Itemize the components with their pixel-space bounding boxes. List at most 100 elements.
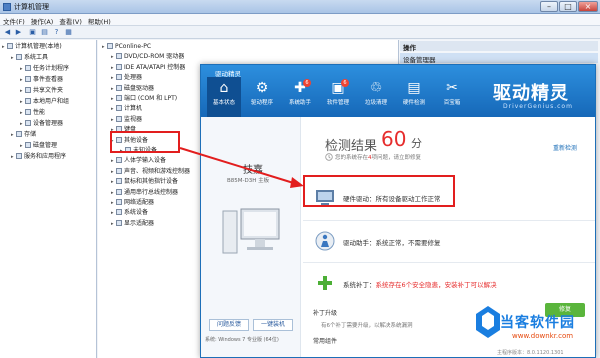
nav-icon: ⚙ [255,80,269,96]
device-item[interactable]: ▸ 显示适配器 [111,219,154,228]
tree-item-label: 人体学输入设备 [124,157,167,165]
board-model: B85M-D3H 主板 [227,178,270,184]
menu-file[interactable]: 文件(F) [0,14,28,26]
device-item[interactable]: ▸ 网络适配器 [111,199,154,207]
install-button[interactable]: 一键装机 [253,319,293,331]
nav-icon: ⌂ [219,80,229,96]
score-unit: 分 [411,137,422,150]
nav-label: 软件管理 [326,100,349,106]
device-item[interactable]: ▸ 计算机 [111,105,142,113]
back-icon[interactable]: ◀ [3,28,12,37]
device-icon [7,43,13,49]
tree-item[interactable]: ▸ 性能 [20,109,45,117]
device-item[interactable]: ▸ 通用串行总线控制器 [111,188,178,197]
tree-item-label: 设备管理器 [33,120,64,127]
device-item[interactable]: ▸ 处理器 [111,74,142,82]
computer-management-icon [3,3,11,11]
maximize-button[interactable]: □ [559,1,577,12]
nav-label: 基本状态 [212,100,235,106]
close-button[interactable]: × [578,1,598,12]
device-icon [116,63,122,70]
device-icon [116,115,122,122]
row-patch-label: 系统补丁： [343,281,376,289]
nav-label: 驱动程序 [250,100,273,106]
device-item[interactable]: ▸ 端口 (COM 和 LPT) [111,95,177,103]
tree-item[interactable]: ▸ 系统工具 [11,54,48,62]
nav-label: 垃圾清理 [364,100,387,106]
device-item[interactable]: ▸ 系统设备 [111,209,148,217]
tree-item[interactable]: ▸ 设备管理器 [20,120,63,128]
help-icon[interactable]: ? [52,28,61,37]
watermark-title: 当客软件园 [500,315,575,331]
properties-icon[interactable]: ▤ [40,28,49,37]
row-patch-warning: 系统存在6个安全隐患，安装补丁可以解决 [375,281,497,289]
recheck-link[interactable]: 重新检测 [553,143,577,152]
menu-action[interactable]: 操作(A) [28,14,57,26]
row-patch-text: 系统补丁：系统存在6个安全隐患，安装补丁可以解决 [343,279,497,289]
brand-logo: 驱动精灵 [493,83,569,104]
clock-icon [325,153,333,161]
device-item[interactable]: ▸ 监视器 [111,115,142,124]
watermark-logo [476,306,500,338]
brand-url: DriverGenius.com [503,103,573,110]
tree-item[interactable]: ▸ 服务和应用程序 [11,153,66,161]
tree-item-label: 服务和应用程序 [24,153,67,160]
tree-item-label: 磁盘管理 [33,142,58,149]
tree-item-label: 本地用户和组 [33,98,70,105]
nav-1-button[interactable]: ⚙ 驱动程序 [245,77,279,117]
nav-3-button[interactable]: ▣ 软件管理 6 [321,77,355,117]
row-driver-assistant: 驱动助手：系统正常，不需要修复 [303,221,595,263]
menu-view[interactable]: 查看(V) [56,14,85,26]
forward-icon[interactable]: ▶ [14,28,23,37]
toolbar: ◀ ▶ ▣ ▤ ? ▦ [0,26,600,39]
console-icon[interactable]: ▦ [64,28,73,37]
tree-item-label: 计算机管理(本地) [15,43,62,50]
device-icon [116,105,122,112]
nav-6-button[interactable]: ✂ 百宝箱 [435,77,469,117]
nav-0-button[interactable]: ⌂ 基本状态 [207,77,241,117]
feedback-button[interactable]: 问题反馈 [209,319,249,331]
tree-item-label: IDE ATA/ATAPI 控制器 [124,63,186,71]
os-info: 系统: Windows 7 专业版 (64位) [205,337,279,343]
tree-item[interactable]: ▸ 磁盘管理 [20,142,57,150]
device-icon [25,76,31,82]
device-icon [25,65,31,71]
device-icon [116,219,122,226]
device-item[interactable]: ▸ 磁盘驱动器 [111,84,155,93]
nav-label: 硬件检测 [402,100,425,106]
nav-badge: 6 [303,79,311,87]
tree-item[interactable]: ▸ 本地用户和组 [20,98,69,106]
nav-icon: ▤ [407,80,421,96]
device-item[interactable]: ▸ 鼠标和其他指针设备 [111,178,178,186]
tree-item[interactable]: ▸ 存储 [11,131,36,139]
patch-upgrade-section[interactable]: 补丁升级 [313,308,337,317]
result-sub-post: 项问题，请立即修复 [371,155,422,161]
device-icon [116,178,122,185]
tree-item-label: 性能 [33,109,46,116]
version-info: 主程序版本：8.0.1120.1301 [497,350,564,356]
common-components-section[interactable]: 常用组件 [313,336,337,345]
nav-2-button[interactable]: ✚ 系统助手 6 [283,77,317,117]
device-icon [25,142,31,148]
tree-item-label: 磁盘驱动器 [124,84,155,92]
minimize-button[interactable]: – [540,1,558,12]
menu-help[interactable]: 帮助(H) [85,14,114,26]
device-item[interactable]: ▸ DVD/CD-ROM 驱动器 [111,53,184,61]
up-icon[interactable]: ▣ [28,28,37,37]
nav-5-button[interactable]: ▤ 硬件检测 [397,77,431,117]
tree-item[interactable]: ▸ 事件查看器 [20,76,63,84]
row-assistant-text: 驱动助手：系统正常，不需要修复 [343,239,441,247]
device-item[interactable]: ▸ 人体学输入设备 [111,157,166,165]
actions-selected[interactable]: 设备管理器 [400,53,598,64]
nav-badge: 6 [341,79,349,87]
nav-4-button[interactable]: ♲ 垃圾清理 [359,77,393,117]
device-icon [116,188,122,195]
device-item[interactable]: ▸ IDE ATA/ATAPI 控制器 [111,63,186,72]
row-system-patch: 系统补丁：系统存在6个安全隐患，安装补丁可以解决 [303,263,595,305]
device-item[interactable]: ▸ 声音、视频和游戏控制器 [111,167,191,176]
tree-item[interactable]: ▸ 任务计划程序 [20,65,69,73]
device-item[interactable]: ▸ PConline-PC [102,43,151,51]
tree-item[interactable]: ▸ 计算机管理(本地) [2,43,62,51]
tree-item-label: 声音、视频和游戏控制器 [124,167,191,175]
tree-item[interactable]: ▸ 共享文件夹 [20,87,63,95]
